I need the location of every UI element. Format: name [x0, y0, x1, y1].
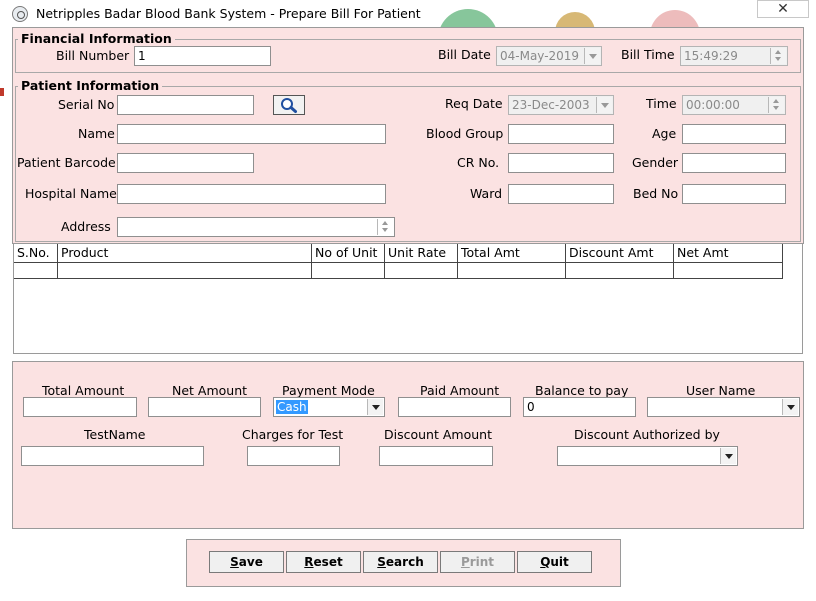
- bill-number-label: Bill Number: [56, 48, 130, 63]
- column-header-no-of-unit[interactable]: No of Unit: [312, 244, 385, 263]
- column-header-sno[interactable]: S.No.: [14, 244, 58, 263]
- button-row: Save Reset Search Print Quit: [209, 551, 599, 575]
- grid-cell[interactable]: [312, 263, 385, 279]
- name-label: Name: [78, 126, 115, 141]
- save-label-rest: ave: [238, 555, 263, 569]
- spinner-arrows-icon[interactable]: [768, 97, 784, 113]
- grid-cell[interactable]: [458, 263, 566, 279]
- chevron-down-icon[interactable]: [596, 97, 612, 113]
- bill-date-picker[interactable]: 04-May-2019: [496, 46, 602, 66]
- search-label-rest: earch: [385, 555, 424, 569]
- grid-cell[interactable]: [674, 263, 783, 279]
- column-header-net-amt[interactable]: Net Amt: [674, 244, 783, 263]
- quit-label-rest: uit: [550, 555, 569, 569]
- bill-date-value: 04-May-2019: [500, 49, 580, 63]
- discount-authorized-select[interactable]: [557, 446, 738, 466]
- spinner-arrows-icon[interactable]: [770, 48, 786, 64]
- save-accesskey: S: [230, 555, 239, 569]
- gender-input[interactable]: [682, 153, 786, 173]
- financial-info-legend: Financial Information: [18, 32, 175, 46]
- chevron-down-icon[interactable]: [367, 399, 383, 415]
- grid-cell[interactable]: [566, 263, 674, 279]
- payment-mode-select[interactable]: Cash: [273, 397, 385, 417]
- app-icon: [12, 6, 28, 22]
- paid-amount-input[interactable]: [398, 397, 511, 417]
- bed-no-input[interactable]: [682, 184, 786, 204]
- grid-cell[interactable]: [58, 263, 312, 279]
- charges-for-test-input[interactable]: [247, 446, 340, 466]
- cr-no-label: CR No.: [457, 155, 500, 170]
- payment-mode-value: Cash: [276, 400, 308, 414]
- hospital-name-input[interactable]: [117, 184, 386, 204]
- hospital-name-label: Hospital Name: [25, 186, 117, 201]
- quit-accesskey: Q: [540, 555, 551, 569]
- search-button[interactable]: [273, 95, 305, 115]
- name-input[interactable]: [117, 124, 386, 144]
- bill-time-value: 15:49:29: [684, 49, 738, 63]
- charges-for-test-label: Charges for Test: [242, 427, 344, 442]
- time-spinner[interactable]: 00:00:00: [682, 95, 786, 115]
- column-header-discount-amt[interactable]: Discount Amt: [566, 244, 674, 263]
- address-label: Address: [61, 219, 111, 234]
- req-date-value: 23-Dec-2003: [512, 98, 590, 112]
- column-header-total-amt[interactable]: Total Amt: [458, 244, 566, 263]
- cr-no-input[interactable]: [508, 153, 614, 173]
- patient-barcode-input[interactable]: [117, 153, 254, 173]
- test-name-input[interactable]: [21, 446, 204, 466]
- user-name-select[interactable]: [647, 397, 800, 417]
- discount-amount-input[interactable]: [379, 446, 493, 466]
- discount-authorized-label: Discount Authorized by: [574, 427, 720, 442]
- chevron-down-icon[interactable]: [782, 399, 798, 415]
- column-header-unit-rate[interactable]: Unit Rate: [385, 244, 458, 263]
- discount-amount-label: Discount Amount: [384, 427, 492, 442]
- balance-to-pay-input[interactable]: 0: [523, 397, 636, 417]
- age-input[interactable]: [682, 124, 786, 144]
- print-accesskey: P: [460, 555, 470, 569]
- bill-time-spinner[interactable]: 15:49:29: [680, 46, 788, 66]
- quit-button[interactable]: Quit: [517, 551, 592, 573]
- bill-time-label: Bill Time: [621, 47, 675, 62]
- req-date-picker[interactable]: 23-Dec-2003: [508, 95, 614, 115]
- test-name-label: TestName: [84, 427, 146, 442]
- req-date-label: Req Date: [445, 96, 503, 111]
- blood-group-label: Blood Group: [426, 126, 504, 141]
- serial-no-input[interactable]: [117, 95, 254, 115]
- grid-cell[interactable]: [14, 263, 58, 279]
- search-accesskey: S: [377, 555, 386, 569]
- chevron-down-icon[interactable]: [720, 448, 736, 464]
- patient-info-legend: Patient Information: [18, 79, 163, 93]
- net-amount-input[interactable]: [148, 397, 261, 417]
- total-amount-input[interactable]: [23, 397, 137, 417]
- serial-no-label: Serial No: [58, 97, 115, 112]
- magnifier-icon: [281, 98, 297, 113]
- blood-group-input[interactable]: [508, 124, 614, 144]
- bill-date-label: Bill Date: [438, 47, 491, 62]
- edge-marker: [0, 88, 4, 96]
- scrollbar-arrows-icon[interactable]: [377, 219, 393, 235]
- save-button[interactable]: Save: [209, 551, 284, 573]
- patient-barcode-label: Patient Barcode: [17, 155, 116, 170]
- close-icon[interactable]: ✕: [757, 0, 809, 18]
- window-title: Netripples Badar Blood Bank System - Pre…: [36, 6, 421, 21]
- reset-label-rest: eset: [313, 555, 343, 569]
- bed-no-label: Bed No: [633, 186, 679, 201]
- chevron-down-icon[interactable]: [584, 48, 600, 64]
- column-header-product[interactable]: Product: [58, 244, 312, 263]
- reset-accesskey: R: [304, 555, 314, 569]
- address-textarea[interactable]: [117, 217, 395, 237]
- reset-button[interactable]: Reset: [286, 551, 361, 573]
- ward-input[interactable]: [508, 184, 614, 204]
- bill-number-input[interactable]: 1: [134, 46, 271, 66]
- print-button[interactable]: Print: [440, 551, 515, 573]
- grid-cell[interactable]: [385, 263, 458, 279]
- gender-label: Gender: [632, 155, 679, 170]
- print-label-rest: rint: [469, 555, 495, 569]
- product-grid[interactable]: S.No. Product No of Unit Unit Rate Total…: [13, 243, 803, 354]
- ward-label: Ward: [470, 186, 503, 201]
- time-value: 00:00:00: [686, 98, 740, 112]
- age-label: Age: [652, 126, 677, 141]
- time-label: Time: [646, 96, 677, 111]
- button-bar: Save Reset Search Print Quit: [186, 539, 621, 587]
- search-records-button[interactable]: Search: [363, 551, 438, 573]
